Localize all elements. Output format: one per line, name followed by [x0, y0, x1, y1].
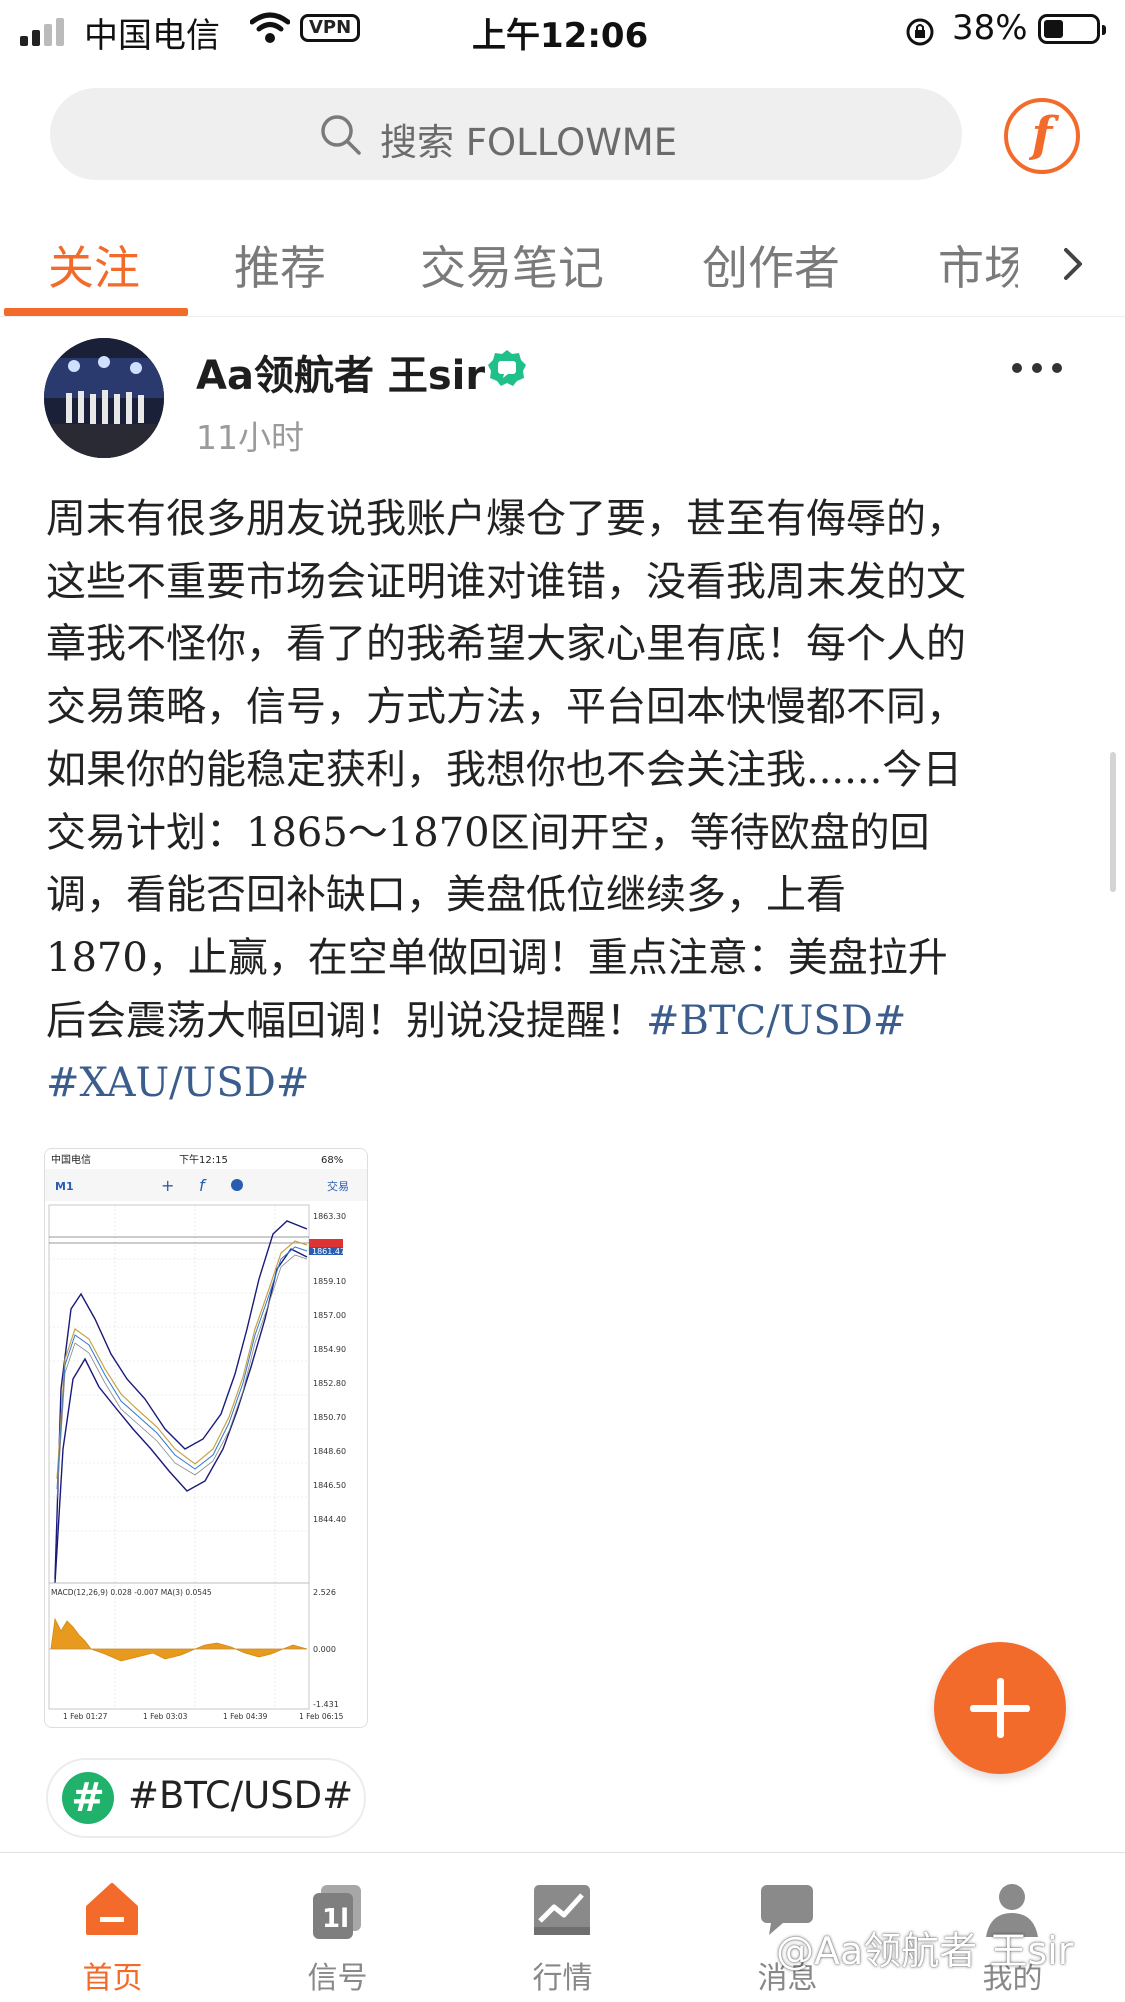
cellular-signal-icon [20, 16, 70, 46]
price-tick: 1859.10 [313, 1277, 346, 1286]
verified-badge-icon [488, 350, 526, 386]
post-text: 周末有很多朋友说我账户爆仓了要，甚至有侮辱的， 这些不重要市场会证明谁对谁错，没… [46, 496, 966, 1044]
mini-carrier: 中国电信 [51, 1153, 91, 1166]
topic-label: #BTC/USD# [128, 1774, 354, 1817]
price-tick: 1854.90 [313, 1345, 346, 1354]
nav-market[interactable]: 行情 [450, 1853, 675, 2002]
trading-chart-screenshot: 中国电信 下午12:15 68% M1 + f 交易 1863.30 1861.… [45, 1149, 367, 1727]
topic-chip[interactable]: # #BTC/USD# [46, 1758, 366, 1838]
tab-creators[interactable]: 创作者 [702, 232, 840, 298]
time-tick: 1 Feb 03:03 [143, 1712, 188, 1721]
author-name[interactable]: Aa领航者 王sir [196, 343, 485, 401]
tab-trade-notes[interactable]: 交易笔记 [420, 232, 604, 298]
price-tick: 1846.50 [313, 1481, 346, 1490]
macd-tick: 0.000 [313, 1645, 336, 1654]
timeframe-label: M1 [55, 1180, 74, 1193]
search-icon [321, 115, 361, 155]
mini-battery: 68% [321, 1155, 343, 1166]
post-body: 周末有很多朋友说我账户爆仓了要，甚至有侮辱的， 这些不重要市场会证明谁对谁错，没… [46, 488, 1086, 1115]
battery-percent: 38% [952, 8, 1028, 48]
carrier-name: 中国电信 [84, 16, 220, 56]
hashtag-icon: # [62, 1772, 114, 1824]
home-icon [86, 1883, 138, 1935]
battery-icon [1038, 14, 1106, 44]
post-image[interactable]: 中国电信 下午12:15 68% M1 + f 交易 1863.30 1861.… [44, 1148, 368, 1728]
price-tick: 1850.70 [313, 1413, 346, 1422]
time-tick: 1 Feb 04:39 [223, 1712, 268, 1721]
price-tick: 1848.60 [313, 1447, 346, 1456]
scroll-indicator [1110, 752, 1116, 892]
objects-icon [231, 1179, 243, 1191]
search-placeholder: 搜索 FOLLOWME [380, 121, 678, 164]
vpn-badge: VPN [300, 14, 361, 42]
status-bar: 中国电信 VPN 上午12:06 38% [0, 0, 1125, 62]
channel-tabs: 关注 推荐 交易笔记 创作者 市场 [0, 220, 1125, 317]
macd-tick: -1.431 [313, 1700, 339, 1709]
clock: 上午12:06 [472, 16, 649, 56]
hashtag-link[interactable]: #BTC/USD# [646, 998, 906, 1044]
trade-label: 交易 [327, 1179, 349, 1193]
price-tick: 1863.30 [313, 1212, 346, 1221]
crosshair-icon: + [161, 1176, 174, 1195]
mini-time: 下午12:15 [179, 1153, 228, 1166]
macd-label: MACD(12,26,9) 0.028 -0.007 MA(3) 0.0545 [51, 1588, 212, 1597]
signal-icon: 1l [313, 1885, 361, 1939]
time-tick: 1 Feb 01:27 [63, 1712, 108, 1721]
rotation-lock-icon [906, 18, 934, 46]
wifi-icon [250, 12, 290, 43]
followme-logo-button[interactable]: f [1004, 98, 1080, 174]
tab-following[interactable]: 关注 [48, 232, 140, 298]
time-tick: 1 Feb 06:15 [299, 1712, 344, 1721]
macd-tick: 2.526 [313, 1588, 336, 1597]
tab-recommended[interactable]: 推荐 [234, 232, 326, 298]
search-bar[interactable]: 搜索 FOLLOWME [50, 88, 962, 180]
more-options-icon[interactable] [1012, 363, 1066, 379]
price-tick: 1852.80 [313, 1379, 346, 1388]
nav-label: 行情 [532, 1961, 593, 1996]
active-tab-indicator [4, 308, 188, 316]
nav-label: 首页 [82, 1961, 143, 1996]
nav-home[interactable]: 首页 [0, 1853, 225, 2002]
create-post-button[interactable] [934, 1642, 1066, 1774]
svg-text:1l: 1l [322, 1904, 349, 1934]
nav-signals[interactable]: 1l 信号 [225, 1853, 450, 2002]
price-tick: 1861.47 [312, 1247, 345, 1256]
tab-market[interactable]: 市场 [938, 232, 1018, 298]
price-tick: 1857.00 [313, 1311, 346, 1320]
avatar-photo [44, 338, 164, 458]
watermark: @Aa领航者 王sir [776, 1929, 1074, 1973]
market-icon [534, 1885, 590, 1935]
post-time: 11小时 [196, 418, 304, 457]
price-tick: 1844.40 [313, 1515, 346, 1524]
nav-label: 信号 [307, 1961, 368, 1996]
hashtag-link[interactable]: #XAU/USD# [46, 1060, 309, 1106]
author-avatar[interactable] [44, 338, 164, 458]
chevron-right-icon[interactable] [1060, 244, 1086, 284]
